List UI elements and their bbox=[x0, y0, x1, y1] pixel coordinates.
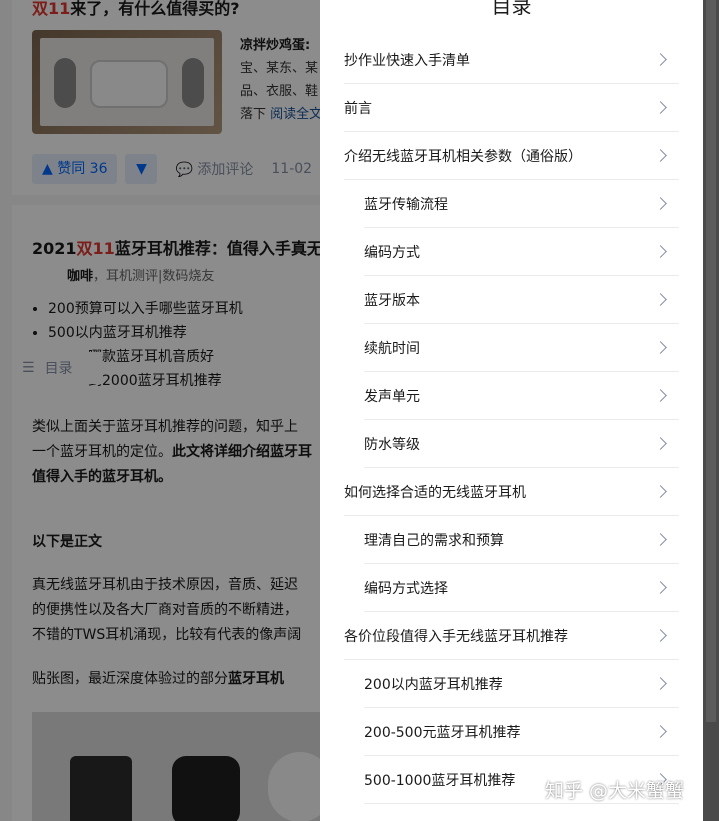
toc-list: 抄作业快速入手清单 前言介绍无线蓝牙耳机相关参数（通俗版） 蓝牙传输流程 编码方式蓝牙… bbox=[344, 36, 679, 804]
toc-item[interactable]: 编码方式 bbox=[364, 228, 679, 276]
toc-item-label: 编码方式 bbox=[364, 244, 420, 261]
toc-item[interactable]: 理清自己的需求和预算 bbox=[364, 516, 679, 564]
chevron-right-icon bbox=[654, 341, 667, 354]
toc-item-label: 介绍无线蓝牙耳机相关参数（通俗版） bbox=[344, 148, 582, 165]
toc-item-label: 蓝牙传输流程 bbox=[364, 196, 448, 213]
toc-item-label: 前言 bbox=[344, 100, 372, 117]
chevron-right-icon bbox=[654, 485, 667, 498]
toc-item[interactable]: 如何选择合适的无线蓝牙耳机 bbox=[344, 468, 679, 516]
chevron-right-icon bbox=[654, 293, 667, 306]
chevron-right-icon bbox=[654, 725, 667, 738]
scrollbar-thumb[interactable] bbox=[706, 0, 716, 722]
drawer-title: 目录 bbox=[491, 0, 532, 18]
chevron-right-icon bbox=[654, 533, 667, 546]
toc-item-label: 200-500元蓝牙耳机推荐 bbox=[364, 724, 521, 741]
chevron-right-icon bbox=[654, 677, 667, 690]
chevron-right-icon bbox=[654, 53, 667, 66]
toc-item[interactable]: 蓝牙传输流程 bbox=[364, 180, 679, 228]
scrollbar[interactable] bbox=[703, 0, 719, 821]
toc-item-label: 200以内蓝牙耳机推荐 bbox=[364, 676, 503, 693]
chevron-right-icon bbox=[654, 437, 667, 450]
watermark: 知乎 @大米蟹蟹 bbox=[545, 780, 685, 802]
toc-item-label: 蓝牙版本 bbox=[364, 292, 420, 309]
toc-item[interactable]: 各价位段值得入手无线蓝牙耳机推荐 bbox=[344, 612, 679, 660]
chevron-right-icon bbox=[654, 581, 667, 594]
toc-item[interactable]: 发声单元 bbox=[364, 372, 679, 420]
toc-item[interactable]: 编码方式选择 bbox=[364, 564, 679, 612]
toc-item-label: 编码方式选择 bbox=[364, 580, 448, 597]
toc-drawer: 目录 抄作业快速入手清单 前言介绍无线蓝牙耳机相关参数（通俗版） 蓝牙传输流程 编码方… bbox=[320, 0, 703, 821]
toc-item-label: 发声单元 bbox=[364, 388, 420, 405]
chevron-right-icon bbox=[654, 245, 667, 258]
chevron-right-icon bbox=[654, 389, 667, 402]
chevron-right-icon bbox=[654, 629, 667, 642]
toc-item[interactable]: 前言 bbox=[344, 84, 679, 132]
toc-item[interactable]: 抄作业快速入手清单 bbox=[344, 36, 679, 84]
toc-item-label: 理清自己的需求和预算 bbox=[364, 532, 504, 549]
toc-item-label: 500-1000蓝牙耳机推荐 bbox=[364, 772, 516, 789]
toc-item[interactable]: 介绍无线蓝牙耳机相关参数（通俗版） bbox=[344, 132, 679, 180]
toc-item-label: 各价位段值得入手无线蓝牙耳机推荐 bbox=[344, 628, 568, 645]
toc-item[interactable]: 蓝牙版本 bbox=[364, 276, 679, 324]
toc-item[interactable]: 防水等级 bbox=[364, 420, 679, 468]
chevron-right-icon bbox=[654, 197, 667, 210]
toc-item-label: 抄作业快速入手清单 bbox=[344, 52, 470, 69]
toc-item[interactable]: 续航时间 bbox=[364, 324, 679, 372]
toc-item[interactable]: 200以内蓝牙耳机推荐 bbox=[364, 660, 679, 708]
chevron-right-icon bbox=[654, 149, 667, 162]
toc-item-label: 防水等级 bbox=[364, 436, 420, 453]
toc-item-label: 续航时间 bbox=[364, 340, 420, 357]
toc-item[interactable]: 200-500元蓝牙耳机推荐 bbox=[364, 708, 679, 756]
chevron-right-icon bbox=[654, 101, 667, 114]
toc-item-label: 如何选择合适的无线蓝牙耳机 bbox=[344, 484, 526, 501]
